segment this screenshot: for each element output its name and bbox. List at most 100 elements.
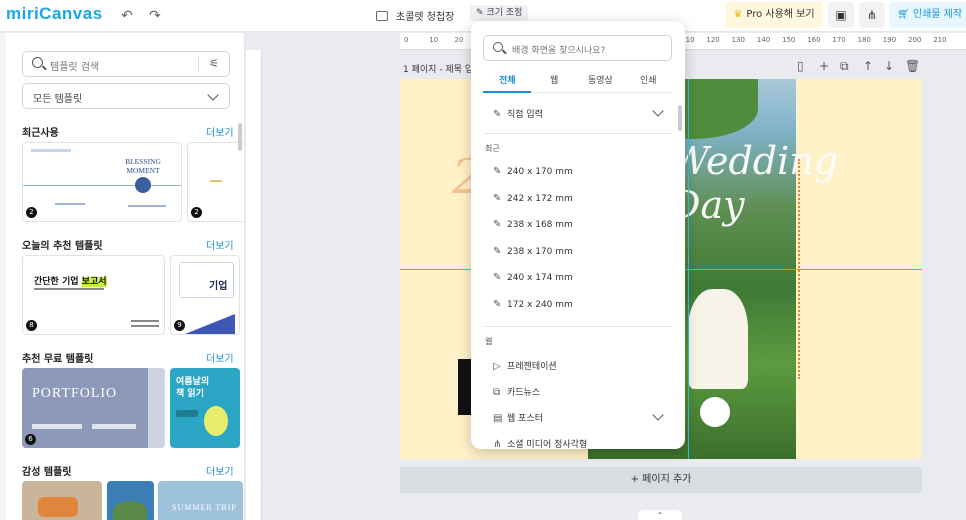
thumb-illustration bbox=[38, 497, 78, 517]
recent-size-item[interactable]: ✎ 238 x 170 mm bbox=[493, 246, 573, 257]
template-thumb-free-2[interactable]: 여름날의 책 읽기 bbox=[170, 368, 240, 448]
ruler-tick-label: 0 bbox=[404, 36, 409, 44]
page-down-icon[interactable]: ↓ bbox=[884, 59, 894, 73]
tab-video[interactable]: 동영상 bbox=[588, 73, 613, 86]
design-title[interactable]: Wedding Day bbox=[670, 139, 838, 227]
ruler-tick-label: 160 bbox=[807, 36, 821, 44]
template-thumb-today-1[interactable]: 간단한 기업 보고서 8 bbox=[22, 255, 165, 335]
size-item-presentation[interactable]: ▷ 프레젠테이션 bbox=[493, 359, 557, 372]
panel-edge-strip bbox=[0, 33, 6, 520]
template-thumb-mood-3[interactable]: SUMMER TRIP bbox=[158, 481, 243, 520]
ruler-icon: ✎ bbox=[476, 8, 484, 18]
section-title-mood: 감성 템플릿 bbox=[22, 467, 72, 478]
size-item-label: 카드뉴스 bbox=[507, 388, 541, 398]
size-item-web-poster[interactable]: ▤ 웹 포스터 bbox=[493, 411, 543, 424]
thumb-text-bar bbox=[131, 325, 159, 327]
recent-size-item[interactable]: ✎ 242 x 172 mm bbox=[493, 193, 573, 204]
ruler-tick-label: 120 bbox=[706, 36, 720, 44]
web-section-title: 웹 bbox=[485, 337, 493, 346]
chevron-down-icon[interactable] bbox=[652, 105, 664, 117]
page-count-badge: 2 bbox=[191, 207, 202, 218]
bride-figure bbox=[688, 289, 748, 389]
template-thumb-mood-1[interactable] bbox=[22, 481, 102, 520]
select-value: 모든 템플릿 bbox=[33, 94, 83, 105]
thumb-illustration bbox=[204, 406, 228, 436]
size-item-cardnews[interactable]: ⧉ 카드뉴스 bbox=[493, 385, 540, 398]
template-thumb-recent-1[interactable]: BLESSING MOMENT 2 bbox=[22, 142, 182, 222]
share-icon[interactable]: ⋔ bbox=[859, 2, 885, 28]
ruler-icon: ✎ bbox=[493, 166, 502, 177]
ruler-tick-label: 200 bbox=[908, 36, 922, 44]
thumb-title: 여름날의 책 읽기 bbox=[176, 377, 210, 399]
document-title[interactable]: 초콜렛 청첩장 bbox=[376, 8, 454, 23]
filter-icon[interactable]: ⚟ bbox=[209, 57, 219, 70]
recent-size-item[interactable]: ✎ 172 x 240 mm bbox=[493, 299, 573, 310]
recent-size-item[interactable]: ✎ 240 x 170 mm bbox=[493, 166, 573, 177]
panel-scrollbar[interactable] bbox=[238, 123, 242, 151]
dropdown-scrollbar[interactable] bbox=[678, 105, 682, 131]
page-add-icon[interactable]: + bbox=[819, 59, 829, 73]
print-order-button[interactable]: 🛒︎ 인쇄물 제작 bbox=[889, 2, 966, 28]
size-search-input[interactable]: 배경 화면을 찾으시나요? bbox=[483, 35, 672, 61]
size-item-label: 소셜 미디어 정사각형 bbox=[507, 440, 588, 449]
app-logo[interactable]: miriCanvas bbox=[6, 4, 103, 24]
pro-label: Pro 사용해 보기 bbox=[746, 9, 815, 20]
more-link-mood[interactable]: 더보기 bbox=[206, 463, 234, 478]
resize-label: 크기 조정 bbox=[486, 8, 523, 18]
more-link-today[interactable]: 더보기 bbox=[206, 237, 234, 252]
poster-icon: ▤ bbox=[493, 413, 503, 424]
recent-size-item[interactable]: ✎ 240 x 174 mm bbox=[493, 272, 573, 283]
tab-web[interactable]: 웹 bbox=[550, 73, 558, 86]
thumb-shape bbox=[185, 314, 235, 334]
divider bbox=[198, 56, 199, 72]
template-thumb-recent-2[interactable]: 2 bbox=[187, 142, 244, 222]
page-up-icon[interactable]: ↑ bbox=[863, 59, 873, 73]
thumb-text-bar bbox=[92, 424, 136, 429]
thumb-side-strip bbox=[148, 368, 165, 448]
page-copy-icon[interactable]: ⧉ bbox=[840, 59, 849, 74]
more-link-free[interactable]: 더보기 bbox=[206, 350, 234, 365]
thumb-title: 간단한 기업 보고서 bbox=[34, 274, 107, 287]
thumb-text-bar bbox=[131, 320, 159, 322]
page-new-icon[interactable]: ▯ bbox=[797, 59, 804, 73]
folder-icon bbox=[376, 11, 388, 21]
page-label[interactable]: 1 페이지 - 제목 입력 bbox=[403, 62, 481, 75]
page-delete-icon[interactable]: 🗑︎ bbox=[905, 59, 920, 73]
page-count-badge: 9 bbox=[174, 320, 185, 331]
custom-size-label: 직접 입력 bbox=[507, 110, 543, 120]
template-thumb-mood-2[interactable] bbox=[107, 481, 154, 520]
recent-section-title: 최근 bbox=[485, 144, 500, 153]
section-title-free: 추천 무료 템플릿 bbox=[22, 354, 94, 365]
ruler-left bbox=[246, 50, 262, 520]
template-thumb-free-1[interactable]: PORTFOLIO 6 bbox=[22, 368, 165, 448]
collapse-tab[interactable]: ⌃ bbox=[638, 510, 682, 520]
redo-icon[interactable]: ↷ bbox=[145, 6, 165, 26]
page-count-badge: 2 bbox=[26, 207, 37, 218]
share-icon: ⋔ bbox=[493, 439, 502, 449]
recent-size-label: 242 x 172 mm bbox=[507, 193, 573, 204]
custom-size-item[interactable]: ✎ 직접 입력 bbox=[493, 107, 543, 120]
template-category-select[interactable]: 모든 템플릿 bbox=[22, 83, 230, 109]
recent-size-item[interactable]: ✎ 238 x 168 mm bbox=[493, 219, 573, 230]
size-tabs: 전체 웹 동영상 인쇄 bbox=[483, 69, 672, 93]
template-search-input[interactable]: 템플릿 검색 ⚟ bbox=[22, 51, 230, 77]
thumb-emblem bbox=[135, 177, 151, 193]
save-icon[interactable]: ▣ bbox=[828, 2, 854, 28]
more-link-recent[interactable]: 더보기 bbox=[206, 124, 234, 139]
pro-trial-button[interactable]: ♛ Pro 사용해 보기 bbox=[725, 2, 823, 28]
chevron-up-icon: ⌃ bbox=[656, 511, 664, 520]
section-title-recent: 최근사용 bbox=[22, 128, 59, 139]
size-item-social-square[interactable]: ⋔ 소셜 미디어 정사각형 bbox=[493, 437, 587, 449]
template-thumb-today-2[interactable]: 기업 9 bbox=[170, 255, 240, 335]
play-icon: ▷ bbox=[493, 361, 501, 372]
chevron-down-icon[interactable] bbox=[652, 409, 664, 421]
undo-icon[interactable]: ↶ bbox=[117, 6, 137, 26]
thumb-title-highlight: 보고서 bbox=[81, 277, 107, 287]
tab-all[interactable]: 전체 bbox=[499, 73, 516, 86]
recent-size-label: 240 x 174 mm bbox=[507, 273, 573, 284]
resize-button[interactable]: ✎ 크기 조정 bbox=[470, 5, 529, 21]
recent-size-label: 240 x 170 mm bbox=[507, 167, 573, 177]
tab-print[interactable]: 인쇄 bbox=[640, 73, 657, 86]
thumb-illustration bbox=[113, 501, 147, 520]
add-page-button[interactable]: + 페이지 추가 bbox=[400, 467, 922, 493]
